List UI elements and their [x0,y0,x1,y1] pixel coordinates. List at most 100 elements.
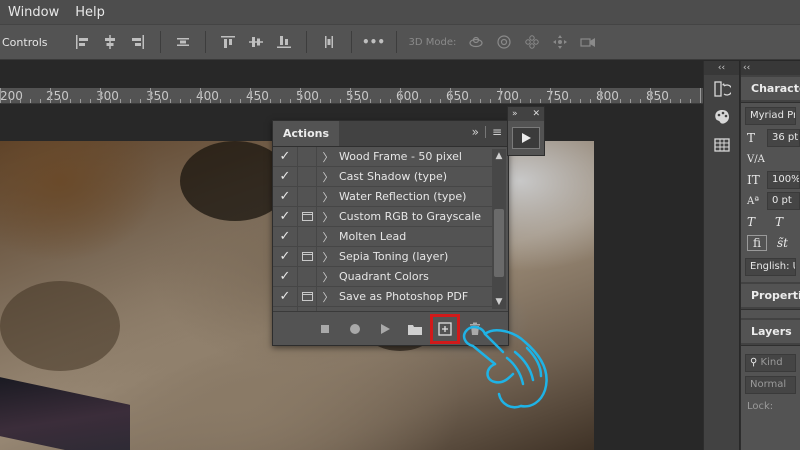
scroll-thumb[interactable] [494,209,504,277]
menu-help[interactable]: Help [67,5,113,20]
collapse-icon[interactable]: » [472,125,479,139]
show-transform-controls-label[interactable]: Controls [2,36,48,49]
new-action-icon[interactable] [430,313,460,344]
stop-icon[interactable] [314,318,336,340]
action-row[interactable]: ✓ 〉 Sepia Toning (layer) [273,246,492,267]
align-bottom-icon[interactable] [273,31,295,53]
dialog-toggle[interactable] [297,246,317,267]
collapse-icon[interactable]: » [512,109,518,119]
play-icon[interactable] [374,318,396,340]
scroll-down-icon[interactable]: ▼ [492,297,506,307]
dialog-icon [301,212,313,221]
action-row[interactable]: ✓ 〉 Save as Photoshop PDF [273,286,492,307]
ruler-tick [690,99,691,103]
expand-chevron-icon[interactable]: 〉 [317,189,339,205]
action-row[interactable]: ✓ 〉 Wood Frame - 50 pixel [273,147,492,167]
options-bar: Controls ••• 3D Mode: [0,24,800,60]
close-icon[interactable]: ✕ [532,109,540,119]
dialog-toggle[interactable] [297,226,317,247]
panel-menu-icon[interactable]: ≡ [492,125,502,139]
ruler-tick [700,88,701,103]
action-row[interactable]: ✓ 〉 Custom RGB to Grayscale [273,206,492,227]
kerning-icon: V/A [747,153,765,165]
play-button[interactable] [512,127,540,149]
expand-chevron-icon[interactable]: 〉 [317,249,339,265]
actions-scrollbar[interactable]: ▲ ▼ [492,149,506,309]
align-top-icon[interactable] [217,31,239,53]
tab-properties[interactable]: Properties [741,284,800,307]
dialog-toggle[interactable] [297,166,317,187]
layer-kind-filter[interactable]: ⚲ Kind [745,354,796,372]
options-separator [395,31,397,53]
faux-italic-icon[interactable]: T [747,215,765,229]
align-left-icon[interactable] [71,31,93,53]
align-vcenter-icon[interactable] [245,31,267,53]
align-hcenter-icon[interactable] [99,31,121,53]
language-select[interactable]: English: U [745,258,796,276]
3d-pan-icon[interactable] [521,31,543,53]
action-row[interactable]: ✓ 〉 Water Reflection (type) [273,186,492,207]
folder-icon[interactable] [404,318,426,340]
3d-orbit-icon[interactable] [465,31,487,53]
horizontal-ruler[interactable]: 200 250 300 350 400 450 500 550 600 650 … [0,88,703,104]
expand-chevron-icon[interactable]: 〉 [317,229,339,245]
toggle-checkmark-icon[interactable]: ✓ [273,189,297,204]
tab-layers[interactable]: Layers [741,320,800,343]
ligature-alt-icon[interactable]: s̃t [777,236,795,250]
3d-camera-icon[interactable] [577,31,599,53]
vertical-scale-row: IT 100% [747,171,800,189]
ruler-tick [330,99,331,103]
ruler-tick [500,88,501,103]
more-options-icon[interactable]: ••• [362,31,385,53]
dialog-toggle[interactable] [297,186,317,207]
expand-chevron-icon[interactable]: 〉 [317,289,339,305]
dialog-toggle[interactable] [297,206,317,227]
tab-character[interactable]: Character [741,77,800,100]
tab-actions[interactable]: Actions [273,121,339,146]
toggle-checkmark-icon[interactable]: ✓ [273,229,297,244]
dock-collapse-toggle[interactable]: ‹‹ [704,61,739,75]
expand-chevron-icon[interactable]: 〉 [317,269,339,285]
font-size-field[interactable]: 36 pt [767,129,800,147]
expand-chevron-icon[interactable]: 〉 [317,169,339,185]
action-row[interactable]: ✓ 〉 Quadrant Colors [273,266,492,287]
ligature-icon[interactable]: fi [747,235,767,251]
distribute-vertical-icon[interactable] [172,31,194,53]
toggle-checkmark-icon[interactable]: ✓ [273,249,297,264]
3d-roll-icon[interactable] [493,31,515,53]
toggle-checkmark-icon[interactable]: ✓ [273,269,297,284]
faux-italic-icon[interactable]: T [775,215,793,229]
ruler-tick [350,88,351,103]
distribute-horizontal-icon[interactable] [318,31,340,53]
ruler-tick [380,99,381,103]
ruler-tick [150,88,151,103]
menu-window[interactable]: Window [0,5,67,20]
record-icon[interactable] [344,318,366,340]
history-icon[interactable] [704,75,740,103]
table-grid-icon[interactable] [704,131,740,159]
swatches-palette-icon[interactable] [704,103,740,131]
toggle-checkmark-icon[interactable]: ✓ [273,149,297,164]
toggle-checkmark-icon[interactable]: ✓ [273,289,297,304]
3d-slide-icon[interactable] [549,31,571,53]
blend-mode-select[interactable]: Normal [745,376,796,394]
baseline-shift-field[interactable]: 0 pt [767,192,800,210]
expand-chevron-icon[interactable]: 〉 [317,209,339,225]
ruler-tick [180,99,181,103]
dialog-toggle[interactable] [297,147,317,167]
options-separator [350,31,352,53]
scroll-up-icon[interactable]: ▲ [492,151,506,161]
font-family-select[interactable]: Myriad Pro [745,107,796,125]
toggle-checkmark-icon[interactable]: ✓ [273,169,297,184]
align-right-icon[interactable] [127,31,149,53]
toggle-checkmark-icon[interactable]: ✓ [273,209,297,224]
action-row[interactable]: ✓ 〉 Molten Lead [273,226,492,247]
action-name: Cast Shadow (type) [339,170,448,183]
ruler-tick [120,99,121,103]
action-row[interactable]: ✓ 〉 Cast Shadow (type) [273,166,492,187]
dialog-toggle[interactable] [297,286,317,307]
dialog-toggle[interactable] [297,266,317,287]
panel-collapse-toggle[interactable]: ‹‹ [741,61,800,75]
vertical-scale-field[interactable]: 100% [767,171,800,189]
expand-chevron-icon[interactable]: 〉 [317,149,339,165]
